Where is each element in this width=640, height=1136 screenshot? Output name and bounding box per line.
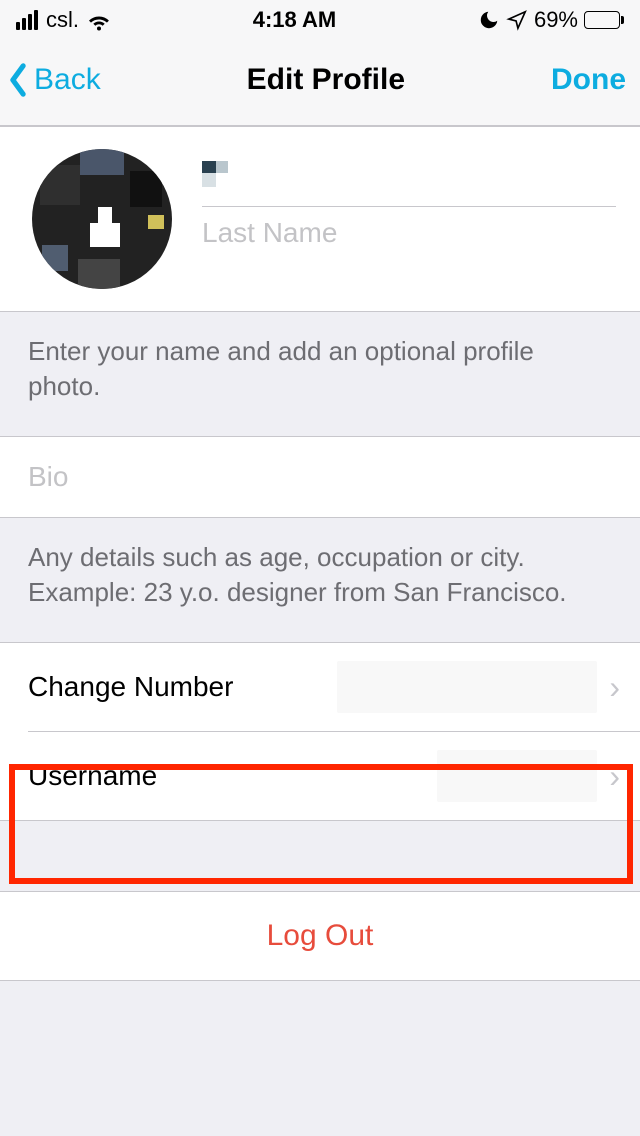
username-value-redacted bbox=[437, 750, 597, 802]
logout-label: Log Out bbox=[267, 919, 374, 953]
battery-percent: 69% bbox=[534, 7, 578, 33]
profile-photo[interactable] bbox=[32, 149, 172, 289]
username-label: Username bbox=[28, 760, 157, 792]
change-number-label: Change Number bbox=[28, 671, 233, 703]
bio-field[interactable] bbox=[28, 461, 612, 493]
back-button[interactable]: Back bbox=[6, 62, 101, 98]
page-title: Edit Profile bbox=[247, 63, 405, 97]
bio-section bbox=[0, 437, 640, 517]
first-name-field[interactable] bbox=[202, 151, 616, 206]
bio-footer: Any details such as age, occupation or c… bbox=[0, 518, 640, 642]
carrier-label: csl. bbox=[46, 7, 79, 33]
first-name-value bbox=[202, 161, 242, 187]
signal-icon bbox=[16, 10, 38, 30]
status-right: 69% bbox=[478, 7, 624, 33]
wifi-icon bbox=[87, 8, 111, 32]
time-label: 4:18 AM bbox=[253, 7, 337, 33]
change-number-row[interactable]: Change Number › bbox=[0, 643, 640, 731]
phone-value-redacted bbox=[337, 661, 597, 713]
profile-section bbox=[0, 126, 640, 311]
back-label: Back bbox=[34, 63, 101, 97]
logout-button[interactable]: Log Out bbox=[0, 892, 640, 980]
chevron-right-icon: › bbox=[609, 669, 620, 706]
username-row[interactable]: Username › bbox=[0, 732, 640, 820]
battery-icon bbox=[584, 11, 624, 29]
chevron-right-icon: › bbox=[609, 758, 620, 795]
chevron-left-icon bbox=[6, 62, 30, 98]
location-arrow-icon bbox=[506, 9, 528, 31]
done-button[interactable]: Done bbox=[551, 63, 626, 97]
moon-icon bbox=[478, 9, 500, 31]
last-name-field[interactable] bbox=[202, 207, 616, 263]
status-left: csl. bbox=[16, 7, 111, 33]
status-bar: csl. 4:18 AM 69% bbox=[0, 0, 640, 40]
name-footer: Enter your name and add an optional prof… bbox=[0, 312, 640, 436]
nav-bar: Back Edit Profile Done bbox=[0, 40, 640, 126]
